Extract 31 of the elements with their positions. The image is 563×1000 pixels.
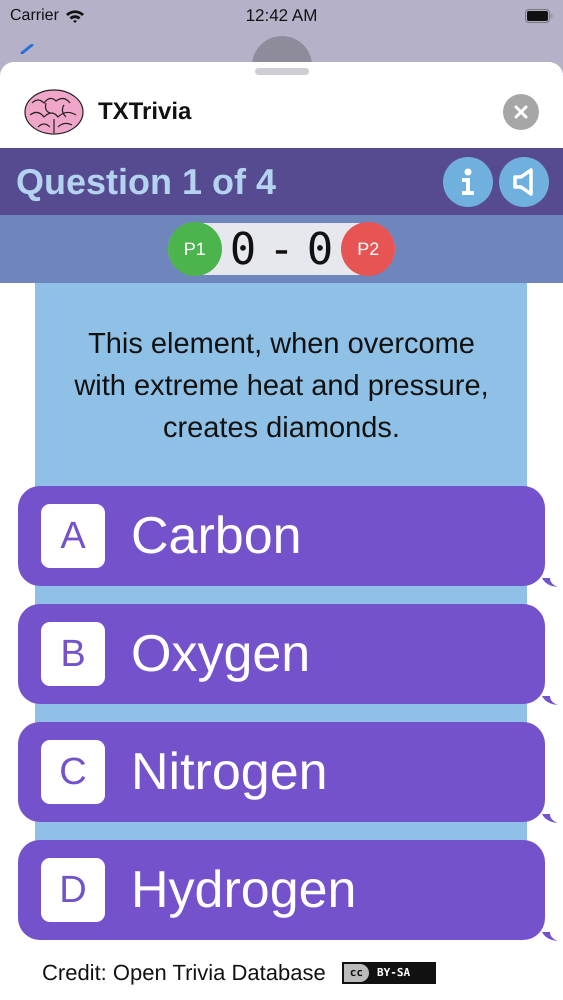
- answer-letter: D: [41, 858, 105, 922]
- question-text: This element, when overcome with extreme heat and pressure, creates diamonds.: [73, 327, 490, 446]
- carrier-name: Carrier: [10, 7, 59, 25]
- answer-letter: B: [41, 622, 105, 686]
- answer-button[interactable]: C Nitrogen: [18, 722, 545, 822]
- answer-letter: A: [41, 504, 105, 568]
- battery-icon: [525, 9, 553, 23]
- status-time: 12:42 AM: [244, 6, 318, 26]
- info-button[interactable]: [443, 156, 493, 206]
- player-two-badge: P2: [341, 222, 396, 276]
- player-two-score: 0: [306, 224, 334, 274]
- bubble-tail-icon: [542, 578, 558, 588]
- app-title: TXTrivia: [98, 98, 192, 126]
- sound-button[interactable]: [499, 156, 549, 206]
- player-one-score: 0: [228, 224, 258, 274]
- back-chevron-icon: [20, 44, 34, 54]
- question-counter: Question 1 of 4: [16, 160, 276, 202]
- brain-icon: [24, 88, 84, 134]
- player-one-badge: P1: [168, 222, 222, 276]
- bubble-tail-icon: [542, 696, 558, 706]
- answer-letter: C: [41, 740, 105, 804]
- bubble-tail-icon: [542, 814, 558, 824]
- answer-button[interactable]: A Carbon: [18, 486, 545, 586]
- wifi-icon: [64, 8, 85, 24]
- score-separator: -: [267, 224, 296, 274]
- license-badge: cc BY-SA: [342, 962, 436, 984]
- answer-button[interactable]: D Hydrogen: [18, 840, 545, 940]
- close-icon: [514, 104, 528, 118]
- bubble-tail-icon: [542, 932, 558, 942]
- answer-button[interactable]: B Oxygen: [18, 604, 545, 704]
- credit-text: Credit: Open Trivia Database: [42, 960, 326, 986]
